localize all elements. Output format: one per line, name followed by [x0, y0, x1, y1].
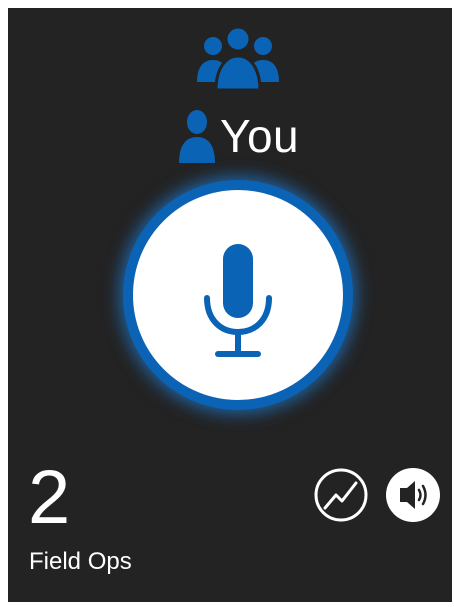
current-speaker: You — [178, 106, 299, 166]
group-name: Field Ops — [29, 548, 132, 575]
speaker-volume-icon — [386, 468, 440, 522]
ptt-panel: You 2 Field Ops — [8, 8, 452, 602]
volume-button[interactable] — [386, 468, 440, 522]
speaker-name: You — [220, 110, 300, 162]
group-people-icon — [194, 24, 282, 94]
activity-chart-icon — [314, 468, 368, 522]
member-count: 2 — [28, 455, 71, 540]
stats-button[interactable] — [314, 468, 368, 522]
person-icon — [179, 110, 215, 163]
microphone-icon — [204, 244, 272, 357]
push-to-talk-button[interactable] — [123, 180, 353, 410]
